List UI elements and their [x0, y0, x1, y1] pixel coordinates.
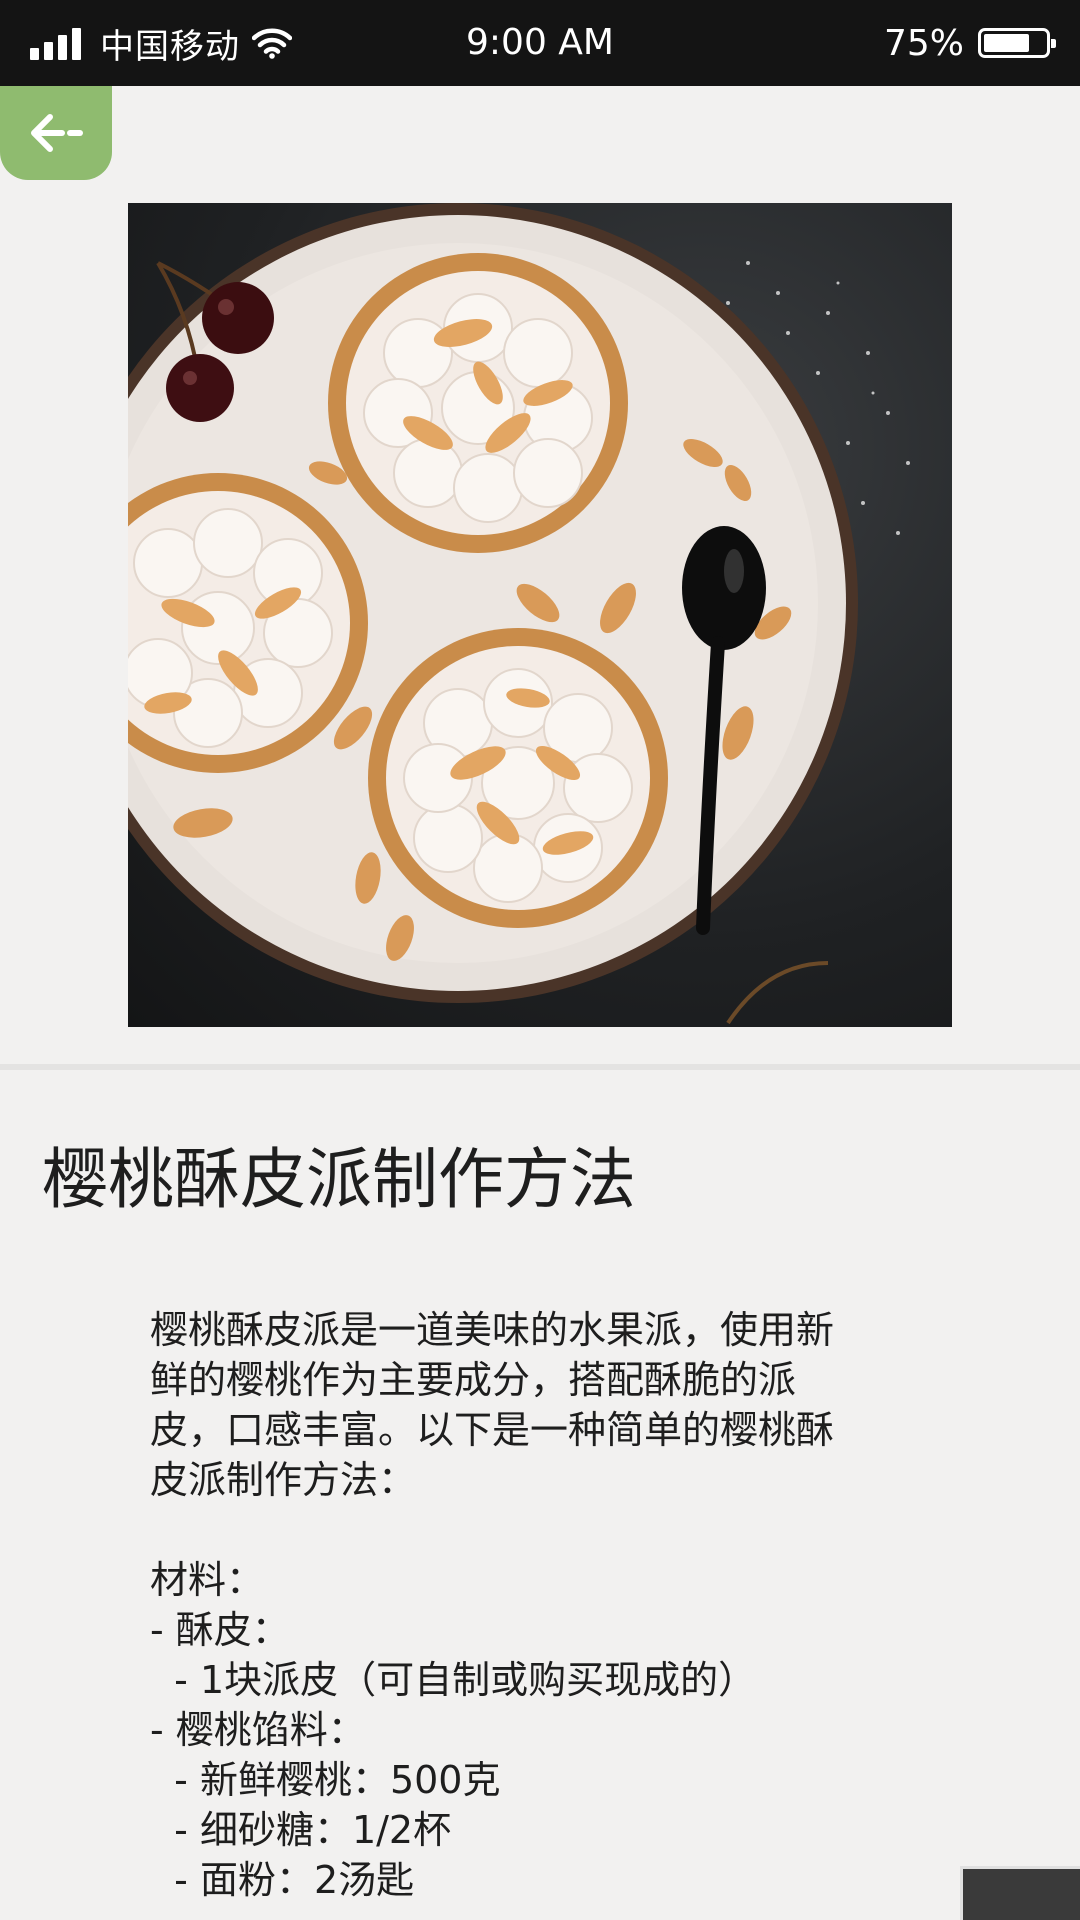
ingredients-line: - 1块派皮（可自制或购买现成的） — [150, 1658, 757, 1702]
floating-thumbnail[interactable] — [960, 1866, 1080, 1920]
recipe-photo — [128, 203, 952, 1027]
battery-fill — [984, 34, 1029, 52]
ingredients-line: - 酥皮： — [150, 1608, 290, 1652]
ingredients-line: - 樱桃馅料： — [150, 1708, 366, 1752]
ingredients-line: 材料： — [150, 1558, 265, 1602]
status-bar: 中国移动 9:00 AM 75% — [0, 0, 1080, 86]
intro-line: 皮，口感丰富。以下是一种简单的樱桃酥 — [150, 1408, 835, 1452]
intro-line: 皮派制作方法： — [150, 1458, 417, 1502]
section-divider — [0, 1064, 1080, 1070]
intro-line: 樱桃酥皮派是一道美味的水果派，使用新 — [150, 1308, 835, 1352]
ingredients-line: - 面粉：2汤匙 — [150, 1858, 415, 1902]
arrow-left-icon — [31, 114, 83, 152]
status-right: 75% — [883, 0, 1056, 86]
intro-line: 鲜的樱桃作为主要成分，搭配酥脆的派 — [150, 1358, 797, 1402]
article-body: 樱桃酥皮派是一道美味的水果派，使用新 鲜的樱桃作为主要成分，搭配酥脆的派 皮，口… — [150, 1305, 920, 1905]
battery-icon — [978, 28, 1056, 58]
tart-illustration — [128, 203, 910, 1025]
ingredients-line: - 细砂糖：1/2杯 — [150, 1808, 452, 1852]
battery-percent: 75% — [883, 22, 964, 64]
battery-nub — [1051, 39, 1056, 48]
page-title: 樱桃酥皮派制作方法 — [42, 1141, 636, 1218]
back-button[interactable] — [0, 86, 112, 180]
ingredients-line: - 新鲜樱桃：500克 — [150, 1758, 501, 1802]
